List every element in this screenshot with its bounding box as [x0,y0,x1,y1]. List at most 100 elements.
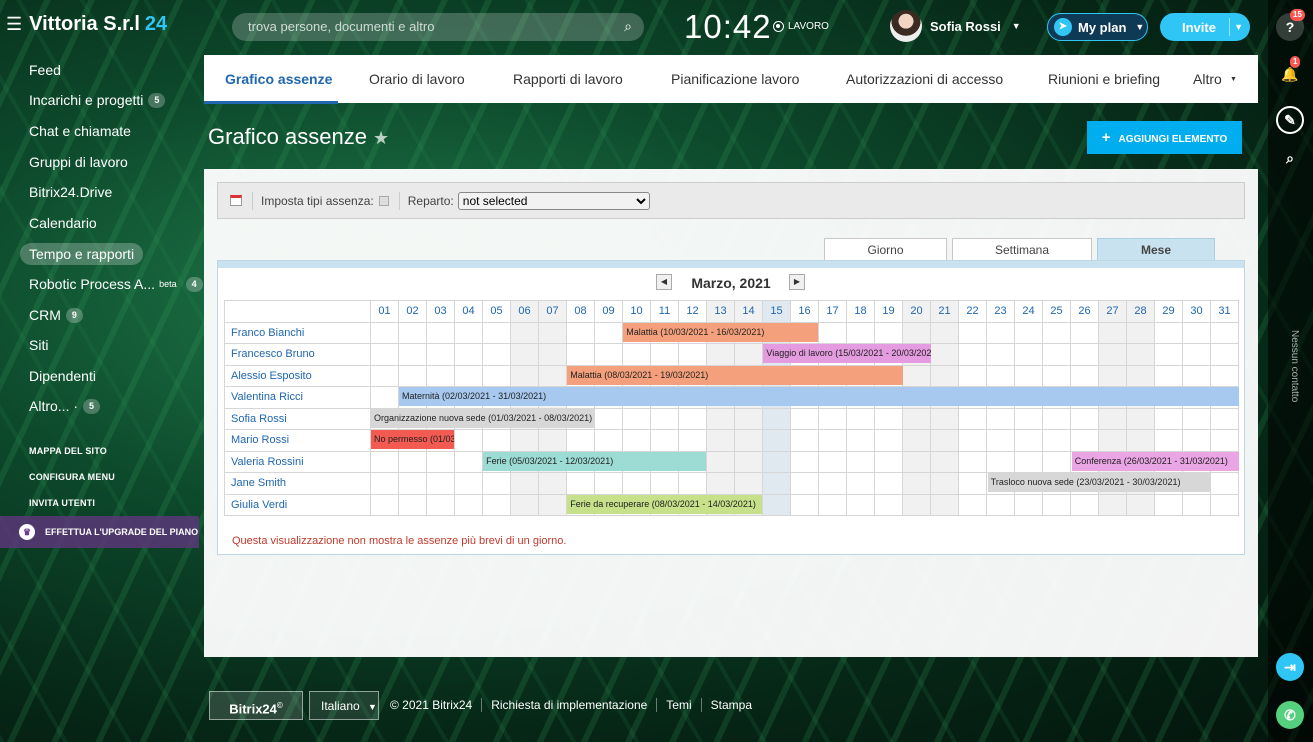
sidebar-item-incarichi-e-progetti[interactable]: Incarichi e progetti 5 [0,86,205,117]
language-select[interactable]: Italiano ▼ [309,690,379,720]
employee-name[interactable]: Valentina Ricci [224,386,371,409]
day-cell [846,407,875,430]
sidebar-item-feed[interactable]: Feed [0,55,205,86]
day-cell [566,364,595,387]
day-cell [650,472,679,495]
page-title-text: Grafico assenze [208,124,367,149]
sidebar-link-0[interactable]: MAPPA DEL SITO [0,438,205,464]
day-cell [790,321,819,344]
day-cell [622,472,651,495]
day-cell [398,364,427,387]
tab-autorizzazioni-di-accesso[interactable]: Autorizzazioni di accesso [846,71,1003,87]
invite-button[interactable]: Invite ▼ [1160,13,1250,41]
day-cell [958,407,987,430]
call-button[interactable]: ✆ [1276,701,1304,729]
work-status[interactable]: LAVORO [773,21,829,32]
tab-grafico-assenze[interactable]: Grafico assenze [225,71,332,87]
day-cell [566,386,595,409]
search-input[interactable]: trova persone, documenti e altro ⌕ [232,13,644,41]
help-button[interactable]: ? 15 [1276,9,1305,41]
search-icon[interactable]: ⌕ [624,18,632,35]
tab-riunioni-e-briefing[interactable]: Riunioni e briefing [1048,71,1160,87]
app-logo[interactable]: ☰ Vittoria S.r.l 24 [6,13,167,36]
day-cell [734,450,763,473]
day-cell [818,472,847,495]
open-lines-button[interactable]: ⇥ [1276,653,1304,681]
logo-suffix: 24 [144,13,168,35]
tab-pianificazione-lavoro[interactable]: Pianificazione lavoro [671,71,799,87]
tab-orario-di-lavoro[interactable]: Orario di lavoro [369,71,465,87]
day-cell [538,493,567,516]
chat-button[interactable]: ✎ [1276,106,1304,134]
sidebar-item-robotic-process-a[interactable]: Robotic Process A... beta 4 [0,269,205,300]
department-select[interactable]: not selected [457,191,650,210]
day-header: 04 [454,300,483,323]
calendar-icon[interactable] [230,195,242,206]
day-cell [398,343,427,366]
sidebar-item-label: Robotic Process A... [29,275,156,292]
my-plan-button[interactable]: ➤ My plan ▼ [1047,13,1148,41]
day-cell [818,450,847,473]
search-icon: ⌕ [1286,150,1294,166]
footer-brand-button[interactable]: Bitrix24© [209,690,303,720]
tab-rapporti-di-lavoro[interactable]: Rapporti di lavoro [513,71,623,87]
star-icon[interactable]: ★ [373,128,389,148]
view-tab-month[interactable]: Mese [1097,238,1215,261]
sidebar-item-altro[interactable]: Altro... · 5 [0,392,205,423]
user-menu[interactable]: Sofia Rossi ▼ [890,10,1021,42]
view-tab-day[interactable]: Giorno [824,238,947,261]
employee-name[interactable]: Sofia Rossi [224,407,371,430]
chevron-down-icon[interactable]: ▼ [1234,22,1243,32]
day-cell [706,493,735,516]
day-cell [734,429,763,452]
notifications-button[interactable]: 🔔 1 [1276,56,1304,88]
employee-name[interactable]: Francesco Bruno [224,343,371,366]
day-cell [1154,493,1183,516]
absence-types-checkbox[interactable] [378,195,389,206]
day-cell [678,450,707,473]
day-cell [510,407,539,430]
day-cell [902,407,931,430]
day-cell [398,472,427,495]
sidebar-item-siti[interactable]: Siti [0,330,205,361]
day-cell [1014,343,1043,366]
day-cell [1070,364,1099,387]
day-cell [762,472,791,495]
day-cell [1126,450,1155,473]
day-cell [482,407,511,430]
day-cell [678,321,707,344]
day-cell [846,321,875,344]
active-tab-indicator [204,101,338,104]
employee-name[interactable]: Alessio Esposito [224,364,371,387]
sidebar-link-1[interactable]: CONFIGURA MENU [0,464,205,490]
sidebar-item-gruppi-di-lavoro[interactable]: Gruppi di lavoro [0,147,205,178]
next-month-button[interactable]: ▶ [789,274,805,290]
employee-name[interactable]: Valeria Rossini [224,450,371,473]
menu-icon[interactable]: ☰ [6,14,22,35]
employee-name[interactable]: Jane Smith [224,472,371,495]
sidebar-item-chat-e-chiamate[interactable]: Chat e chiamate [0,116,205,147]
employee-name[interactable]: Giulia Verdi [224,493,371,516]
sidebar-item-calendario[interactable]: Calendario [0,208,205,239]
clock[interactable]: 10:42 [684,8,772,46]
day-cell [510,321,539,344]
employee-name[interactable]: Mario Rossi [224,429,371,452]
day-cell [370,343,399,366]
employee-name[interactable]: Franco Bianchi [224,321,371,344]
upgrade-plan-button[interactable]: ♛ EFFETTUA L'UPGRADE DEL PIANO [0,516,199,548]
sidebar-item-dipendenti[interactable]: Dipendenti [0,361,205,392]
sidebar-item-bitrix24-drive[interactable]: Bitrix24.Drive [0,177,205,208]
day-header: 23 [986,300,1015,323]
footer-link-print[interactable]: Stampa [700,698,761,712]
view-tab-week[interactable]: Settimana [952,238,1092,261]
global-search-button[interactable]: ⌕ [1276,144,1304,172]
day-header: 17 [818,300,847,323]
day-cell [958,386,987,409]
sidebar-item-tempo-e-rapporti[interactable]: Tempo e rapporti [0,239,205,270]
tab-altro[interactable]: Altro [1193,71,1222,87]
footer-link-implementation[interactable]: Richiesta di implementazione [481,698,656,712]
footer-link-themes[interactable]: Temi [656,698,700,712]
sidebar-item-crm[interactable]: CRM 9 [0,300,205,331]
sidebar-link-2[interactable]: INVITA UTENTI [0,490,205,516]
add-element-button[interactable]: + AGGIUNGI ELEMENTO [1087,121,1242,154]
